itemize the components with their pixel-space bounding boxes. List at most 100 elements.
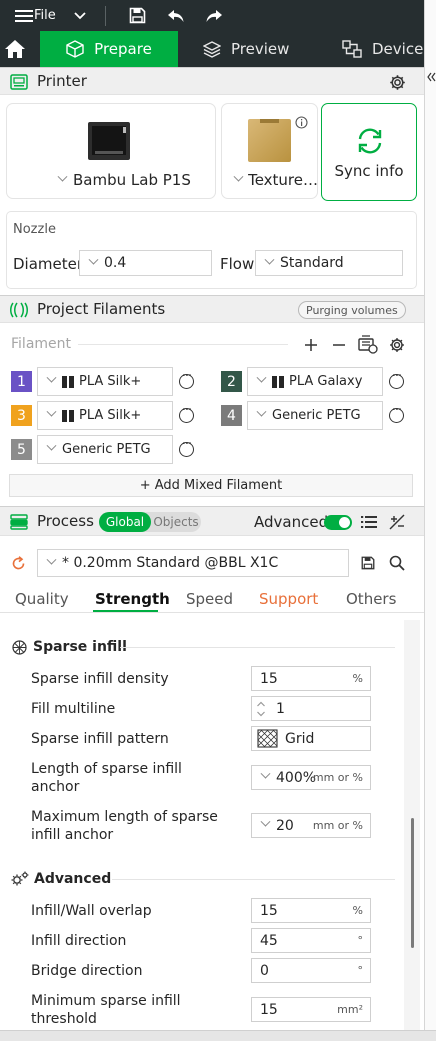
sparse-density-label: Sparse infill density [31, 671, 169, 687]
filament-name: PLA Galaxy [289, 374, 363, 389]
device-icon [342, 40, 362, 58]
anchor-length-input[interactable]: 400% mm or % [251, 765, 371, 790]
more-options-icon[interactable] [389, 369, 404, 389]
process-profile-name: * 0.20mm Standard @BBL X1C [62, 555, 279, 571]
more-options-icon[interactable] [179, 369, 194, 389]
filament-number-badge[interactable]: 3 [11, 405, 32, 426]
fill-multiline-value: 1 [276, 700, 285, 717]
add-icon[interactable] [304, 338, 318, 352]
settings-scrollbar[interactable] [404, 620, 420, 1030]
filament-select[interactable]: Generic PETG [37, 435, 173, 464]
plate-thumbnail-icon [248, 119, 291, 162]
scrollbar-thumb[interactable] [411, 818, 414, 948]
flow-label: Flow [220, 255, 255, 273]
tab-others[interactable]: Others [346, 590, 396, 608]
max-anchor-label: Maximum length of sparse infill anchor [31, 809, 218, 843]
global-objects-toggle[interactable]: Global Objects [99, 512, 201, 532]
main-tab-bar: Prepare Preview Device [0, 31, 424, 67]
tab-preview-label: Preview [231, 40, 290, 58]
ams-sync-icon[interactable] [358, 335, 378, 354]
tab-preview[interactable]: Preview [203, 31, 289, 67]
chevron-down-icon [254, 376, 268, 387]
more-options-icon[interactable] [179, 437, 194, 457]
info-icon[interactable] [295, 116, 308, 129]
fill-multiline-stepper[interactable]: 1 [251, 696, 371, 721]
infill-wall-overlap-value: 15 [260, 902, 278, 919]
more-options-icon[interactable] [179, 403, 194, 423]
process-profile-select[interactable]: * 0.20mm Standard @BBL X1C [37, 549, 349, 577]
degree-unit: ° [357, 964, 364, 977]
menu-icon[interactable] [12, 0, 36, 31]
filament-number-badge[interactable]: 1 [11, 371, 32, 392]
anchor-length-value: 400% [276, 769, 317, 786]
filament-select[interactable]: Generic PETG [247, 401, 383, 430]
sync-info-button[interactable]: Sync info [321, 103, 417, 201]
nozzle-card: Nozzle Diameter 0.4 Flow Standard [6, 211, 417, 289]
tab-quality[interactable]: Quality [15, 590, 69, 608]
filament-name: PLA Silk+ [79, 374, 142, 389]
infill-threshold-input[interactable]: 15 mm² [251, 997, 371, 1022]
purging-volumes-button[interactable]: Purging volumes [298, 301, 406, 319]
filament-number-badge[interactable]: 4 [221, 405, 242, 426]
infill-pattern-select[interactable]: Grid [251, 726, 371, 751]
bridge-direction-value: 0 [260, 962, 269, 979]
chevron-down-icon [44, 410, 58, 421]
collapse-strip[interactable] [424, 0, 436, 1041]
gear-icon[interactable] [389, 74, 406, 91]
infill-direction-input[interactable]: 45 ° [251, 928, 371, 953]
mm2-unit: mm² [337, 1003, 363, 1016]
objects-option[interactable]: Objects [151, 512, 201, 532]
global-option[interactable]: Global [99, 512, 151, 532]
remove-icon[interactable] [332, 338, 346, 352]
infill-wall-overlap-input[interactable]: 15 % [251, 898, 371, 923]
infill-wall-overlap-label: Infill/Wall overlap [31, 903, 152, 919]
sync-label: Sync info [334, 162, 404, 180]
horizontal-scrollbar[interactable] [0, 1030, 436, 1041]
list-icon[interactable] [361, 515, 377, 529]
save-icon[interactable] [361, 556, 375, 570]
chevron-down-icon [44, 376, 58, 387]
chevron-down-icon[interactable] [70, 0, 90, 31]
sparse-density-input[interactable]: 15 % [251, 666, 371, 691]
reset-icon[interactable] [11, 556, 26, 571]
tab-support[interactable]: Support [259, 590, 318, 608]
chevron-down-icon [258, 772, 272, 783]
bambu-logo-icon [62, 375, 74, 388]
add-mixed-filament-button[interactable]: + Add Mixed Filament [9, 474, 413, 497]
filament-select[interactable]: PLA Galaxy [247, 367, 383, 396]
tab-device[interactable]: Device [342, 31, 423, 67]
file-menu[interactable]: File [34, 0, 56, 31]
filament-number-badge[interactable]: 5 [11, 439, 32, 460]
chevron-down-icon [86, 258, 100, 269]
filament-label: Filament [11, 336, 72, 352]
home-icon[interactable] [0, 31, 40, 67]
printer-thumbnail-icon [88, 122, 130, 160]
diameter-select[interactable]: 0.4 [79, 250, 212, 276]
printer-icon [10, 74, 28, 90]
undo-icon[interactable] [166, 0, 186, 31]
plate-select-card[interactable]: Texture… [221, 103, 318, 199]
filament-number-badge[interactable]: 2 [221, 371, 242, 392]
chevron-down-icon [254, 410, 268, 421]
max-anchor-input[interactable]: 20 mm or % [251, 813, 371, 838]
search-icon[interactable] [389, 555, 405, 571]
redo-icon[interactable] [204, 0, 224, 31]
tab-strength[interactable]: Strength [95, 590, 170, 608]
bridge-direction-input[interactable]: 0 ° [251, 958, 371, 983]
bambu-logo-icon [62, 409, 74, 422]
filament-select[interactable]: PLA Silk+ [37, 367, 173, 396]
collapse-arrow-icon[interactable] [427, 72, 436, 82]
filament-select[interactable]: PLA Silk+ [37, 401, 173, 430]
tab-speed[interactable]: Speed [186, 590, 233, 608]
infill-direction-label: Infill direction [31, 933, 127, 949]
save-icon[interactable] [127, 0, 147, 31]
more-options-icon[interactable] [389, 403, 404, 423]
tab-prepare[interactable]: Prepare [40, 31, 178, 67]
advanced-toggle[interactable] [324, 515, 352, 530]
filament-settings-icon[interactable] [389, 337, 405, 353]
flow-select[interactable]: Standard [255, 250, 403, 276]
printer-select-card[interactable]: Bambu Lab P1S [6, 103, 216, 199]
stepper-arrows-icon[interactable] [256, 700, 266, 718]
degree-unit: ° [357, 934, 364, 947]
compare-icon[interactable] [389, 514, 405, 530]
